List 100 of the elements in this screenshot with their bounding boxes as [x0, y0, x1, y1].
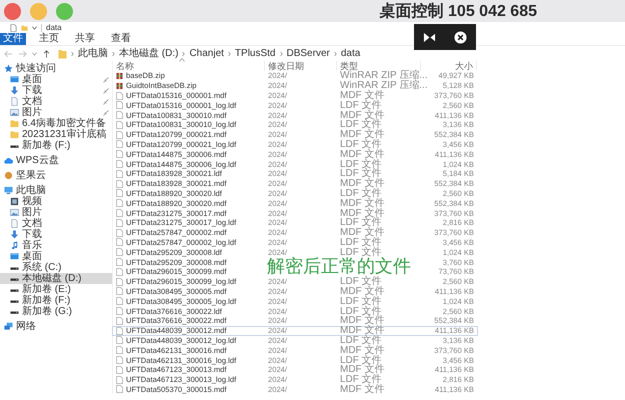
sidebar-item[interactable]: 网络: [0, 321, 112, 332]
file-type: LDF 文件: [340, 120, 382, 130]
file-type: LDF 文件: [340, 188, 382, 198]
file-type: MDF 文件: [340, 228, 384, 238]
file-type: MDF 文件: [340, 316, 384, 326]
file-type: LDF 文件: [340, 375, 382, 384]
sidebar-item[interactable]: 新加卷 (E:): [0, 284, 112, 295]
sidebar-item[interactable]: 新加卷 (G:): [0, 306, 112, 317]
file-type: LDF 文件: [340, 296, 382, 306]
file-type: LDF 文件: [340, 306, 382, 316]
file-type: MDF 文件: [340, 286, 384, 296]
file-type: MDF 文件: [340, 208, 384, 218]
file-type: LDF 文件: [340, 140, 382, 149]
file-type: MDF 文件: [340, 326, 384, 336]
sort-icon: [179, 58, 185, 62]
chevron-icon[interactable]: [334, 50, 337, 56]
sidebar-item[interactable]: 20231231审计底稿: [0, 129, 112, 140]
sidebar-item[interactable]: 文档: [0, 96, 112, 107]
file-type: WinRAR ZIP 压缩...: [340, 71, 428, 80]
file-type: LDF 文件: [340, 248, 382, 257]
close-button[interactable]: [4, 2, 21, 20]
sidebar-item[interactable]: 新加卷 (F:): [0, 140, 112, 151]
document-icon: [10, 219, 19, 228]
breadcrumb[interactable]: data: [340, 48, 360, 60]
breadcrumb[interactable]: TPlusStd: [234, 48, 276, 60]
column-header[interactable]: 类型: [340, 61, 358, 71]
file-type: MDF 文件: [340, 150, 384, 159]
network-icon: [4, 322, 13, 331]
chevron-icon[interactable]: [182, 50, 186, 56]
file-type: MDF 文件: [340, 384, 384, 394]
column-header[interactable]: 修改日期: [268, 61, 304, 71]
folder-icon: [58, 48, 67, 58]
annotation-text: 解密后正常的文件: [267, 257, 411, 276]
file-type: LDF 文件: [340, 238, 382, 247]
chevron-icon[interactable]: [71, 50, 74, 56]
ribbon-tab[interactable]: 文件: [0, 33, 26, 45]
ribbon-tab[interactable]: 主页: [36, 33, 62, 45]
file-type: LDF 文件: [340, 336, 382, 345]
column-header[interactable]: 大小: [455, 61, 473, 71]
file-type: LDF 文件: [340, 160, 382, 169]
sidebar-item[interactable]: 6.4病毒加密文件备: [0, 118, 112, 129]
file-type: MDF 文件: [340, 179, 384, 188]
sidebar-item[interactable]: 新加卷 (F:): [0, 295, 112, 306]
column-header[interactable]: 名称: [116, 61, 134, 71]
sidebar-item[interactable]: 本地磁盘 (D:): [0, 273, 112, 284]
breadcrumb[interactable]: DBServer: [286, 48, 330, 60]
arrow-icon[interactable]: [423, 30, 436, 44]
file-type: LDF 文件: [340, 169, 382, 178]
sidebar-item[interactable]: WPS云盘: [0, 155, 112, 166]
chevron-icon[interactable]: [280, 50, 282, 56]
sidebar-item[interactable]: 桌面: [0, 251, 112, 262]
caret-icon[interactable]: [32, 26, 37, 30]
sidebar-item[interactable]: 坚果云: [0, 170, 112, 181]
ribbon-tab[interactable]: 查看: [108, 33, 134, 45]
sidebar-item[interactable]: 文档: [0, 218, 112, 229]
file-type: MDF 文件: [340, 365, 384, 374]
film-icon: [10, 197, 19, 206]
download-icon: [10, 230, 19, 239]
file-type: MDF 文件: [340, 110, 384, 120]
sidebar-item[interactable]: 下载: [0, 229, 112, 240]
chevron-icon[interactable]: [228, 50, 231, 56]
picture-icon: [10, 108, 19, 117]
desktop-icon: [10, 252, 19, 261]
cloud-icon: [4, 156, 13, 165]
sidebar-item[interactable]: 视频: [0, 196, 112, 207]
breadcrumb[interactable]: Chanjet: [189, 48, 224, 60]
sidebar-item[interactable]: 图片: [0, 107, 112, 118]
breadcrumb[interactable]: 本地磁盘 (D:): [119, 48, 178, 60]
up-arrow-icon[interactable]: [42, 50, 51, 58]
document-icon: [10, 97, 19, 106]
file-type: WinRAR ZIP 压缩...: [340, 81, 428, 90]
file-type: LDF 文件: [340, 277, 382, 286]
document-icon[interactable]: [10, 24, 17, 32]
address-bar[interactable]: 此电脑 本地磁盘 (D:) Chanjet TPlusStd DBServer data: [56, 47, 366, 60]
file-type: MDF 文件: [340, 91, 384, 100]
sidebar-item[interactable]: 音乐: [0, 240, 112, 251]
sidebar-item[interactable]: 快速访问: [0, 63, 112, 74]
file-type: MDF 文件: [340, 198, 384, 208]
file-type: MDF 文件: [340, 346, 384, 355]
computer-icon: [4, 186, 13, 195]
picture-icon: [10, 208, 19, 217]
music-note-icon: [10, 241, 19, 250]
ribbon-tab[interactable]: 共享: [72, 33, 98, 45]
sidebar-item[interactable]: 图片: [0, 207, 112, 218]
close-icon[interactable]: [454, 30, 467, 44]
sidebar-item[interactable]: 系统 (C:): [0, 262, 112, 273]
download-icon: [10, 86, 19, 95]
remote-title: 桌面控制 105 042 685: [380, 1, 537, 22]
file-type: LDF 文件: [340, 218, 382, 228]
circle-icon: [4, 171, 13, 180]
sidebar-item[interactable]: 此电脑: [0, 185, 112, 196]
file-type: MDF 文件: [340, 130, 384, 140]
sidebar-item[interactable]: 桌面: [0, 74, 112, 85]
breadcrumb[interactable]: 此电脑: [78, 48, 108, 60]
sidebar-item[interactable]: 下载: [0, 85, 112, 96]
star-icon: [4, 64, 13, 73]
window-title: data: [46, 22, 62, 32]
chevron-icon[interactable]: [112, 50, 115, 56]
file-type: LDF 文件: [340, 356, 382, 365]
file-type: LDF 文件: [340, 100, 382, 110]
